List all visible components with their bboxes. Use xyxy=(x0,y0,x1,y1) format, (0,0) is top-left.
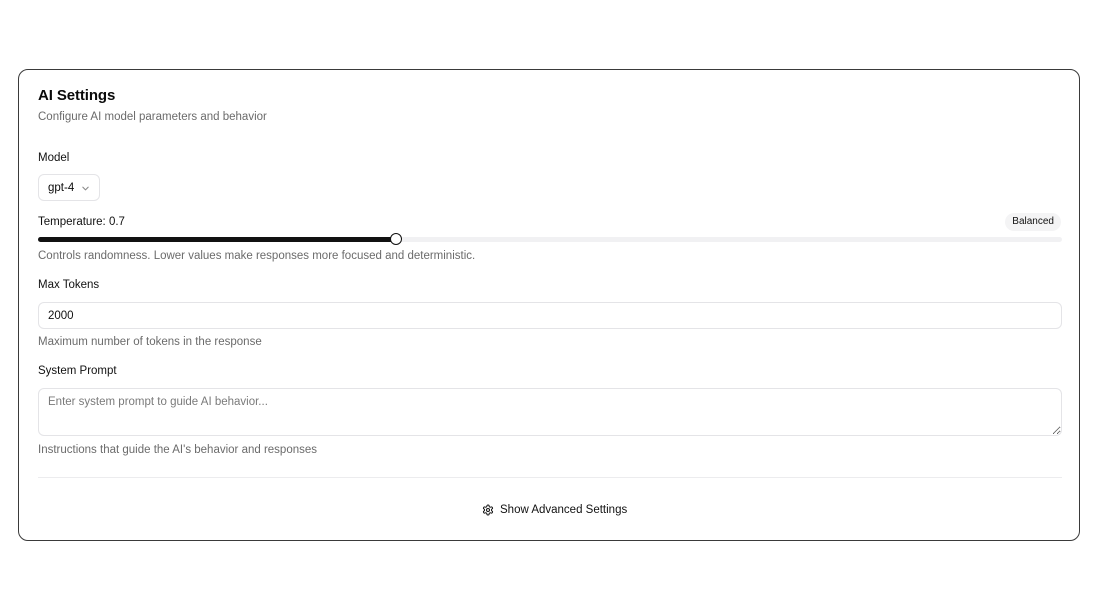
show-advanced-settings-label: Show Advanced Settings xyxy=(500,504,628,516)
system-prompt-help: Instructions that guide the AI's behavio… xyxy=(38,444,318,456)
ai-settings-card: AI Settings Configure AI model parameter… xyxy=(18,69,1080,541)
gear-icon xyxy=(482,504,494,516)
page-title: AI Settings xyxy=(38,87,116,104)
temperature-help: Controls randomness. Lower values make r… xyxy=(38,250,476,262)
slider-thumb[interactable] xyxy=(390,233,402,245)
show-advanced-settings-button[interactable]: Show Advanced Settings xyxy=(474,498,635,522)
system-prompt-label: System Prompt xyxy=(38,365,117,377)
system-prompt-textarea[interactable] xyxy=(38,388,1062,436)
divider xyxy=(38,477,1062,478)
temperature-slider[interactable] xyxy=(38,232,1062,248)
model-select[interactable]: gpt-4 xyxy=(38,174,100,201)
model-label: Model xyxy=(38,152,70,164)
chevron-down-icon xyxy=(81,184,90,193)
page-subtitle: Configure AI model parameters and behavi… xyxy=(38,111,267,123)
max-tokens-input[interactable] xyxy=(38,302,1062,329)
max-tokens-help: Maximum number of tokens in the response xyxy=(38,336,262,348)
max-tokens-label: Max Tokens xyxy=(38,279,100,291)
temperature-badge: Balanced xyxy=(1005,213,1061,231)
model-select-value: gpt-4 xyxy=(48,181,75,194)
slider-range xyxy=(38,237,396,242)
temperature-label: Temperature: 0.7 xyxy=(38,216,125,228)
